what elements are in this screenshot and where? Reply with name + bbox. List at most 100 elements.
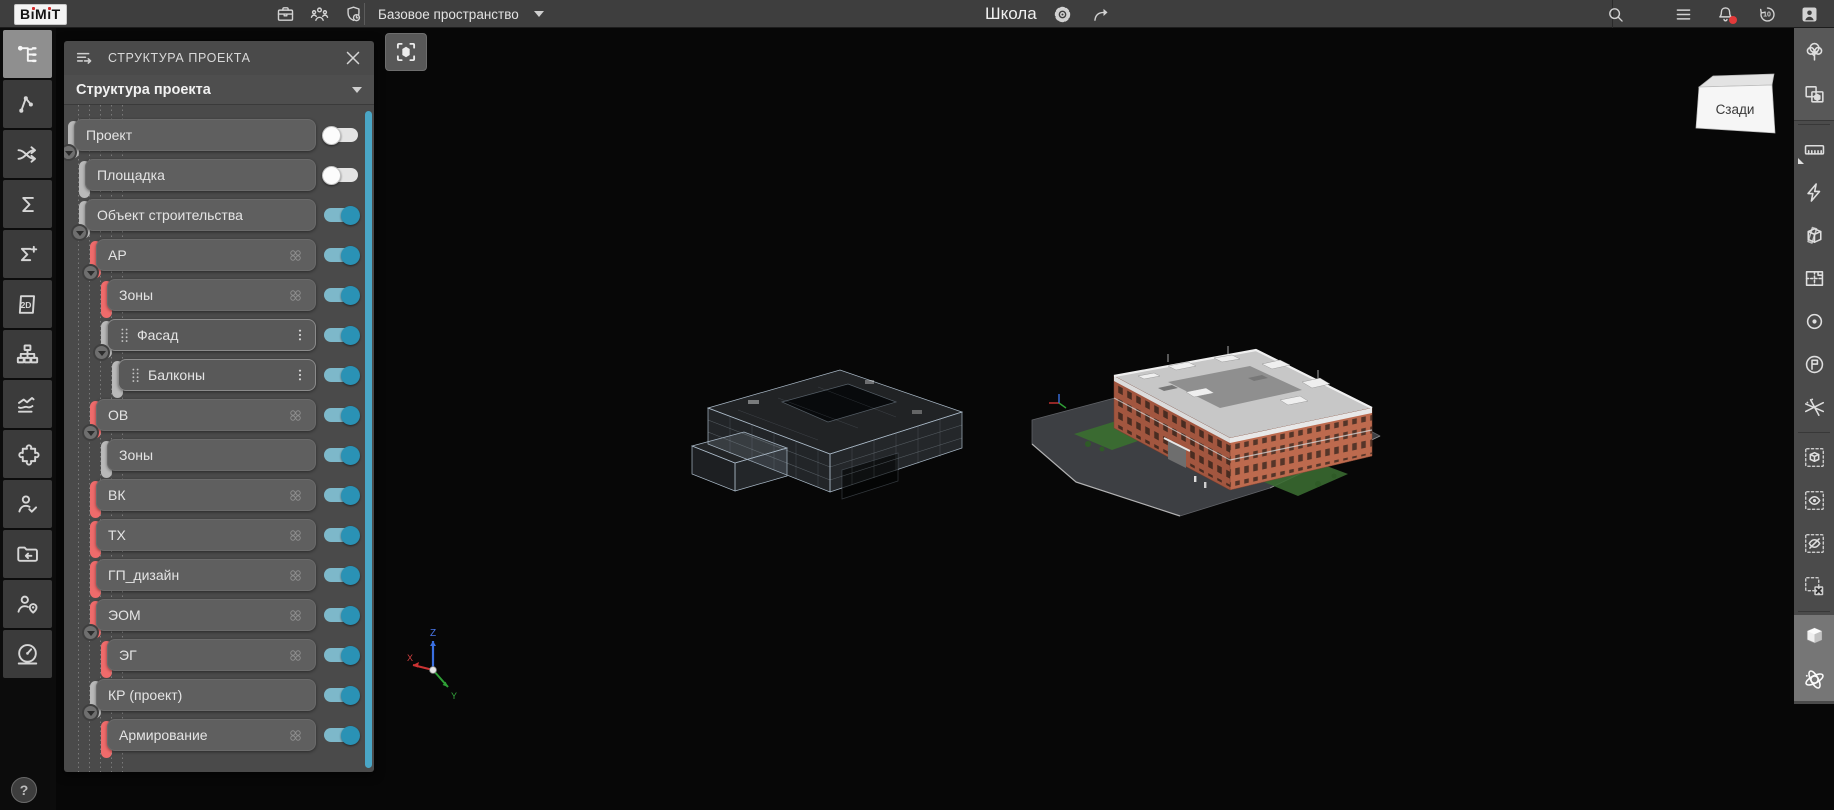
tree-item[interactable]: ВК xyxy=(96,479,316,511)
tree-item[interactable]: Балконы xyxy=(118,359,316,391)
federated-model-icon xyxy=(287,407,304,424)
tool-org-chart-button[interactable] xyxy=(3,330,52,378)
settings-gear-button[interactable] xyxy=(1050,2,1076,26)
expander-icon[interactable] xyxy=(82,264,99,281)
fit-view-button[interactable] xyxy=(385,33,427,71)
structure-view-selector[interactable]: Структура проекта xyxy=(64,75,374,105)
panel-scrollbar[interactable] xyxy=(365,111,372,768)
tool-measure-ruler-button[interactable] xyxy=(1794,128,1834,171)
tree-item[interactable]: Объект строительства xyxy=(85,199,316,231)
visibility-toggle[interactable] xyxy=(324,608,358,622)
tool-section-box-button[interactable] xyxy=(1794,214,1834,257)
shield-clock-button[interactable] xyxy=(340,2,366,26)
visibility-toggle[interactable] xyxy=(324,568,358,582)
visibility-toggle[interactable] xyxy=(324,728,358,742)
tool-clash-detection-button[interactable] xyxy=(3,130,52,178)
account-button[interactable] xyxy=(1796,2,1822,26)
tool-sheet-2d-button[interactable]: 2D xyxy=(3,280,52,328)
tool-sum-plus-button[interactable] xyxy=(3,230,52,278)
tree-item[interactable]: АР xyxy=(96,239,316,271)
expander-icon[interactable] xyxy=(82,424,99,441)
expander-icon[interactable] xyxy=(64,144,77,161)
share-button[interactable] xyxy=(1089,2,1115,26)
tool-focus-target-button[interactable] xyxy=(1794,300,1834,343)
drag-handle-icon[interactable] xyxy=(119,327,130,344)
tree-item[interactable]: ОВ xyxy=(96,399,316,431)
tree-item-label: ЭОМ xyxy=(108,607,287,623)
kebab-menu-icon[interactable] xyxy=(292,326,308,344)
search-button[interactable] xyxy=(1602,2,1628,26)
clash-detection-icon xyxy=(14,141,41,168)
expander-icon[interactable] xyxy=(82,624,99,641)
tool-gauge-button[interactable] xyxy=(3,630,52,678)
wireframe-building-model[interactable] xyxy=(690,350,980,535)
tool-plugins-puzzle-button[interactable] xyxy=(3,430,52,478)
clear-selection-icon xyxy=(1802,574,1827,599)
tool-clear-selection-button[interactable] xyxy=(1794,565,1834,608)
visibility-toggle[interactable] xyxy=(324,448,358,462)
visibility-toggle[interactable] xyxy=(324,328,358,342)
tool-lightning-button[interactable] xyxy=(1794,171,1834,214)
visibility-toggle[interactable] xyxy=(324,168,358,182)
tool-user-location-button[interactable] xyxy=(3,580,52,628)
visibility-toggle[interactable] xyxy=(324,248,358,262)
notifications-bell-button[interactable] xyxy=(1712,2,1738,26)
tool-node-path-button[interactable] xyxy=(3,80,52,128)
tool-tree-vegetation-button[interactable] xyxy=(1794,30,1834,73)
kebab-menu-icon[interactable] xyxy=(292,366,308,384)
close-icon[interactable] xyxy=(342,47,364,69)
team-button[interactable] xyxy=(306,2,332,26)
tree-item[interactable]: Площадка xyxy=(85,159,316,191)
visibility-toggle[interactable] xyxy=(324,408,358,422)
tool-shaded-cube-button[interactable] xyxy=(1794,615,1834,658)
tool-grids-axes-button[interactable] xyxy=(1794,386,1834,429)
tree-item[interactable]: Зоны xyxy=(107,279,316,311)
tree-row: ВК xyxy=(96,479,372,511)
visibility-toggle[interactable] xyxy=(324,208,358,222)
visibility-toggle[interactable] xyxy=(324,128,358,142)
tool-orbit-button[interactable] xyxy=(1794,658,1834,701)
expander-icon[interactable] xyxy=(71,224,88,241)
briefcase-button[interactable] xyxy=(272,2,298,26)
visibility-toggle[interactable] xyxy=(324,688,358,702)
tree-item[interactable]: ЭОМ xyxy=(96,599,316,631)
tool-floorplan-button[interactable] xyxy=(1794,257,1834,300)
tree-item[interactable]: ЭГ xyxy=(107,639,316,671)
expander-icon[interactable] xyxy=(93,344,110,361)
visibility-toggle[interactable] xyxy=(324,648,358,662)
panel-menu-icon[interactable] xyxy=(74,47,96,69)
federated-model-icon xyxy=(287,247,304,264)
tool-show-eye-button[interactable] xyxy=(1794,479,1834,522)
list-button[interactable] xyxy=(1670,2,1696,26)
tree-item[interactable]: Зоны xyxy=(107,439,316,471)
view-cube[interactable]: Сзади xyxy=(1686,71,1782,139)
tool-charts-button[interactable] xyxy=(3,380,52,428)
brick-building-model[interactable] xyxy=(1018,316,1418,546)
tool-user-check-button[interactable] xyxy=(3,480,52,528)
tree-item[interactable]: Фасад xyxy=(107,319,316,351)
visibility-toggle[interactable] xyxy=(324,368,358,382)
tool-project-structure-button[interactable] xyxy=(3,30,52,78)
visibility-toggle[interactable] xyxy=(324,288,358,302)
tree-item[interactable]: ТХ xyxy=(96,519,316,551)
expander-icon[interactable] xyxy=(82,704,99,721)
drag-handle-icon[interactable] xyxy=(130,367,141,384)
tool-object-selection-button[interactable] xyxy=(1794,73,1834,116)
tree-item[interactable]: ГП_дизайн xyxy=(96,559,316,591)
workspace-selector[interactable]: Базовое пространство xyxy=(378,0,544,28)
visibility-toggle[interactable] xyxy=(324,528,358,542)
help-button[interactable]: ? xyxy=(11,777,37,803)
title-group: Школа xyxy=(985,0,1115,28)
panel-header: СТРУКТУРА ПРОЕКТА xyxy=(64,41,374,75)
tool-hide-eye-button[interactable] xyxy=(1794,522,1834,565)
visibility-toggle[interactable] xyxy=(324,488,358,502)
tool-isolate-selection-button[interactable] xyxy=(1794,436,1834,479)
tool-area-flag-button[interactable] xyxy=(1794,343,1834,386)
tree-item[interactable]: Армирование xyxy=(107,719,316,751)
history-back-button[interactable]: 10 xyxy=(1754,2,1780,26)
tree-item[interactable]: КР (проект) xyxy=(96,679,316,711)
tree-item[interactable]: Проект xyxy=(74,119,316,151)
federated-model-icon xyxy=(287,727,304,744)
tool-folder-import-button[interactable] xyxy=(3,530,52,578)
tool-sum-button[interactable] xyxy=(3,180,52,228)
